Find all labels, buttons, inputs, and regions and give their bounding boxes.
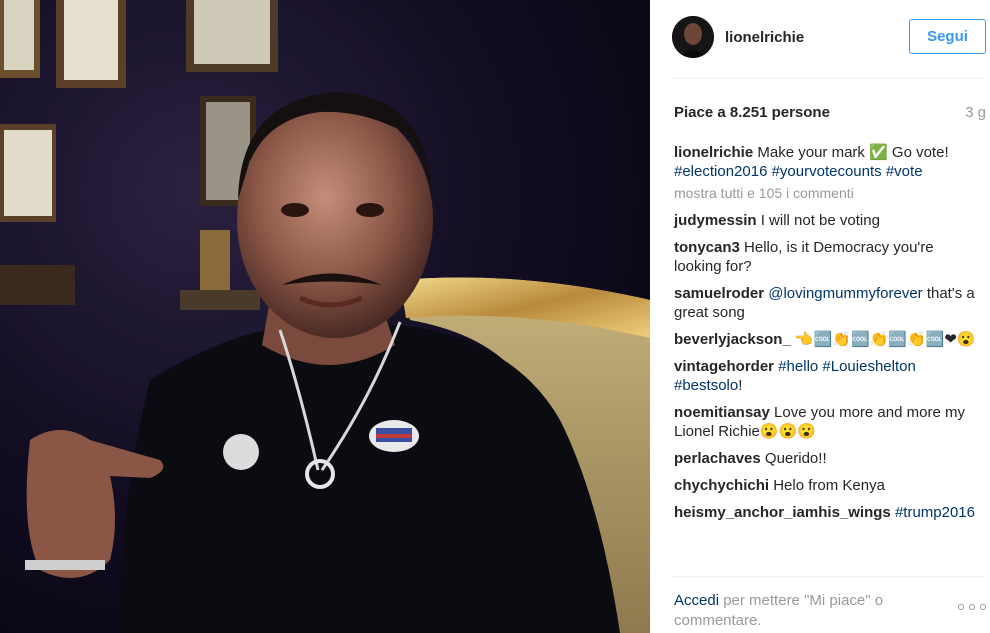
comment-author[interactable]: vintagehorder	[674, 358, 774, 375]
footer-divider	[672, 576, 986, 577]
hashtag-link[interactable]: #vote	[886, 163, 923, 180]
more-dot	[958, 604, 964, 610]
comment-text: !	[738, 377, 743, 394]
header-divider	[672, 78, 986, 79]
comments-list: lionelrichie Make your mark ✅ Go vote! #…	[674, 143, 980, 530]
more-dot	[980, 604, 986, 610]
comment-author[interactable]: tonycan3	[674, 239, 740, 256]
comment-text: 👈🆒👏🆒👏🆒👏🆒❤😮	[794, 331, 976, 348]
more-dot	[969, 604, 975, 610]
comment: chychychichi Helo from Kenya	[674, 476, 980, 495]
likes-count[interactable]: Piace a 8.251 persone	[674, 104, 830, 121]
login-prompt: Accedi per mettere "Mi piace" o commenta…	[674, 591, 934, 631]
follow-button[interactable]: Segui	[909, 19, 986, 54]
comment: vintagehorder #hello #Louieshelton #best…	[674, 357, 980, 395]
comment-text: Querido!!	[764, 450, 827, 467]
hashtag-link[interactable]: #election2016	[674, 163, 767, 180]
avatar-icon	[672, 16, 714, 58]
login-link[interactable]: Accedi	[674, 592, 719, 609]
photo-illustration	[0, 0, 650, 633]
comment-text: I will not be voting	[760, 212, 880, 229]
comment: perlachaves Querido!!	[674, 449, 980, 468]
more-options-icon[interactable]	[958, 599, 986, 615]
post-author-username[interactable]: lionelrichie	[725, 29, 804, 46]
comment-author[interactable]: noemitiansay	[674, 404, 770, 421]
comment: tonycan3 Hello, is it Democracy you're l…	[674, 238, 980, 276]
comment: judymessin I will not be voting	[674, 211, 980, 230]
instagram-post: lionelrichie Segui Piace a 8.251 persone…	[0, 0, 990, 633]
show-all-comments-link[interactable]: mostra tutti e 105 i commenti	[674, 184, 980, 203]
post-sidebar: lionelrichie Segui Piace a 8.251 persone…	[650, 0, 990, 633]
hashtag-link[interactable]: #hello #Louieshelton	[778, 358, 916, 375]
post-header: lionelrichie Segui	[650, 0, 990, 78]
comment: heismy_anchor_iamhis_wings #trump2016	[674, 503, 980, 522]
avatar[interactable]	[672, 16, 714, 58]
post-time[interactable]: 3 g	[965, 104, 986, 121]
post-photo[interactable]	[0, 0, 650, 633]
caption: lionelrichie Make your mark ✅ Go vote! #…	[674, 143, 980, 181]
mention-link[interactable]: @lovingmummyforever	[768, 285, 922, 302]
caption-author[interactable]: lionelrichie	[674, 144, 753, 161]
comment-author[interactable]: perlachaves	[674, 450, 761, 467]
comment: noemitiansay Love you more and more my L…	[674, 403, 980, 441]
comment-author[interactable]: judymessin	[674, 212, 757, 229]
caption-text: Make your mark ✅ Go vote!	[757, 144, 949, 161]
comment-author[interactable]: beverlyjackson_	[674, 331, 791, 348]
comment: samuelroder @lovingmummyforever that's a…	[674, 284, 980, 322]
comment-author[interactable]: chychychichi	[674, 477, 769, 494]
hashtag-link[interactable]: #yourvotecounts	[772, 163, 882, 180]
comment-text: Helo from Kenya	[773, 477, 885, 494]
comment-author[interactable]: heismy_anchor_iamhis_wings	[674, 504, 891, 521]
comment-author[interactable]: samuelroder	[674, 285, 764, 302]
comment: beverlyjackson_ 👈🆒👏🆒👏🆒👏🆒❤😮	[674, 330, 980, 349]
likes-row: Piace a 8.251 persone 3 g	[674, 104, 986, 124]
hashtag-link[interactable]: #trump2016	[895, 504, 975, 521]
hashtag-link[interactable]: #bestsolo	[674, 377, 738, 394]
